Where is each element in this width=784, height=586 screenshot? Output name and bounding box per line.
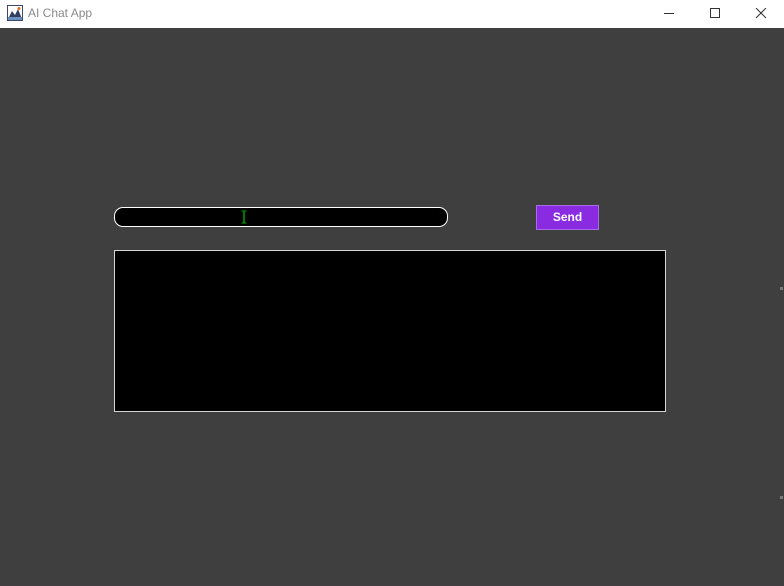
resize-edge-marker bbox=[780, 287, 783, 290]
app-window: AI Chat App Send bbox=[0, 0, 784, 586]
resize-edge-marker bbox=[780, 496, 783, 499]
maximize-button[interactable] bbox=[692, 0, 738, 28]
send-button[interactable]: Send bbox=[536, 205, 599, 230]
minimize-icon bbox=[664, 13, 674, 14]
app-icon bbox=[7, 5, 23, 21]
chat-output-area[interactable] bbox=[114, 250, 666, 412]
close-button[interactable] bbox=[738, 0, 784, 28]
window-title: AI Chat App bbox=[28, 6, 93, 20]
minimize-button[interactable] bbox=[646, 0, 692, 28]
text-caret-icon bbox=[241, 210, 247, 224]
title-bar[interactable]: AI Chat App bbox=[0, 0, 784, 28]
maximize-icon bbox=[710, 8, 720, 18]
close-icon bbox=[755, 8, 767, 19]
message-input[interactable] bbox=[114, 207, 448, 227]
